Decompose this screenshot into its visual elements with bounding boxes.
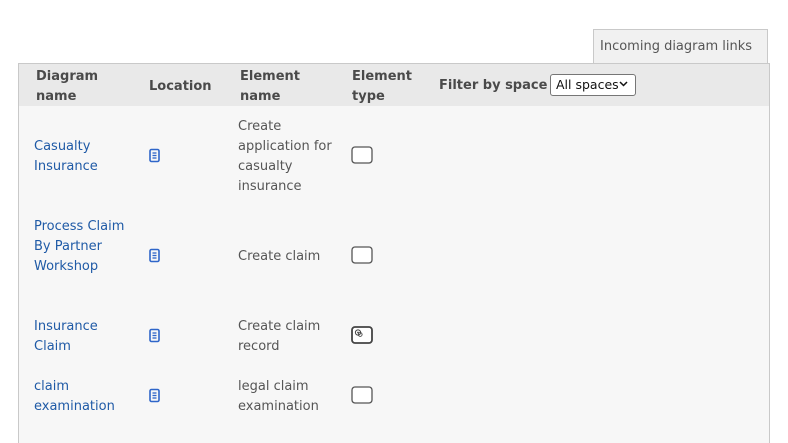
element-name: Create application for casualty insuranc…	[238, 119, 332, 194]
header-element-type[interactable]: Element type	[352, 67, 422, 107]
task-icon	[351, 386, 373, 404]
document-icon[interactable]	[148, 248, 162, 264]
table-row: Process Claim By Partner Workshop Create…	[19, 206, 769, 306]
document-icon[interactable]	[148, 148, 162, 164]
diagram-name-link[interactable]: Insurance Claim	[34, 317, 134, 357]
table-row: Insurance Claim Create claim record	[19, 306, 769, 366]
table-header: Diagram name Location Element name Eleme…	[19, 64, 769, 106]
element-name: Create claim record	[238, 319, 321, 354]
table-row: claim examination legal claim examinatio…	[19, 366, 769, 436]
header-location[interactable]: Location	[149, 77, 212, 97]
element-name: Create claim	[238, 249, 321, 264]
header-element-name[interactable]: Element name	[240, 67, 310, 107]
document-icon[interactable]	[148, 388, 162, 404]
service-task-icon	[351, 326, 373, 344]
tab-label: Incoming diagram links	[600, 39, 753, 54]
task-icon	[351, 146, 373, 164]
diagram-name-link[interactable]: claim examination	[34, 377, 134, 417]
task-icon	[351, 246, 373, 264]
header-diagram-name[interactable]: Diagram name	[36, 67, 116, 107]
incoming-links-table: Diagram name Location Element name Eleme…	[18, 63, 770, 443]
space-filter-select[interactable]: All spaces	[550, 74, 636, 96]
document-icon[interactable]	[148, 328, 162, 344]
tab-incoming-diagram-links[interactable]: Incoming diagram links	[593, 29, 768, 63]
element-name: legal claim examination	[238, 379, 319, 414]
diagram-name-link[interactable]: Casualty Insurance	[34, 137, 134, 177]
filter-label: Filter by space	[439, 78, 548, 93]
chevron-down-icon	[619, 81, 628, 87]
diagram-name-link[interactable]: Process Claim By Partner Workshop	[34, 217, 134, 277]
table-row: Casualty Insurance Create application fo…	[19, 106, 769, 206]
space-filter-value: All spaces	[556, 77, 619, 92]
